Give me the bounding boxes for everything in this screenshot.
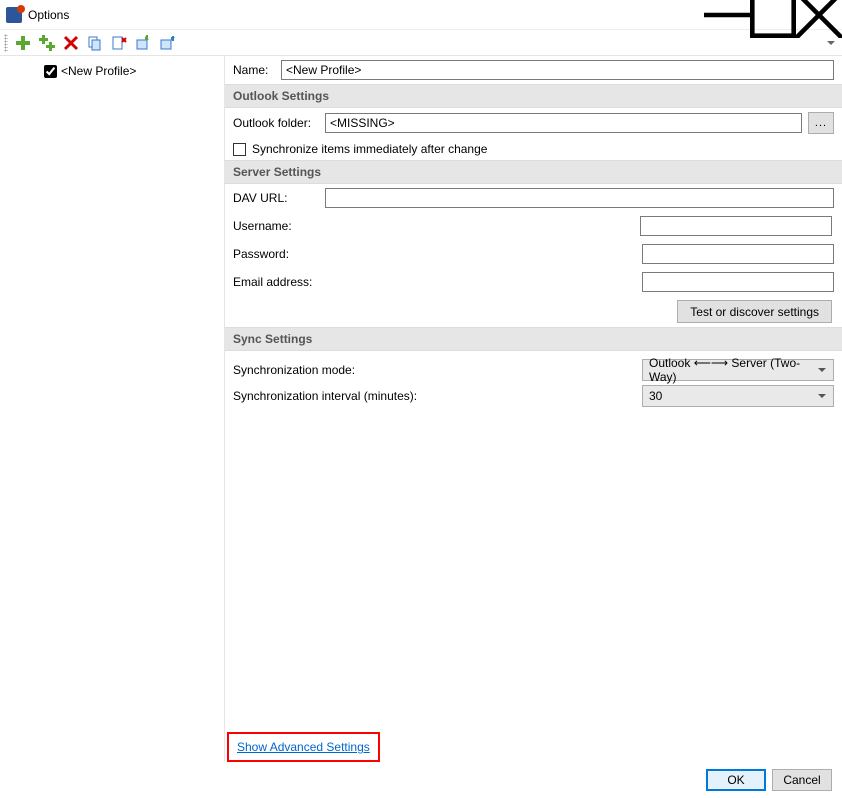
title-bar: Options <box>0 0 842 30</box>
add-multiple-button[interactable] <box>36 32 58 54</box>
sync-immediate-label: Synchronize items immediately after chan… <box>252 142 487 156</box>
ok-button[interactable]: OK <box>706 769 766 791</box>
section-outlook: Outlook Settings <box>225 84 842 108</box>
delete-profile-button[interactable] <box>60 32 82 54</box>
toolbar-grip <box>4 34 8 52</box>
tree-item-label: <New Profile> <box>61 64 136 78</box>
cancel-button[interactable]: Cancel <box>772 769 832 791</box>
window-title: Options <box>28 8 69 22</box>
import-button[interactable] <box>132 32 154 54</box>
browse-folder-button[interactable]: ... <box>808 112 834 134</box>
section-sync: Sync Settings <box>225 327 842 351</box>
toolbar-overflow-icon[interactable] <box>824 36 838 50</box>
minimize-button[interactable] <box>704 0 750 30</box>
sync-mode-label: Synchronization mode: <box>233 363 355 377</box>
sync-mode-value: Outlook ⟵⟶ Server (Two-Way) <box>649 356 815 384</box>
paste-button[interactable] <box>108 32 130 54</box>
close-button[interactable] <box>796 0 842 30</box>
advanced-link-highlight: Show Advanced Settings <box>227 732 380 762</box>
dialog-button-bar: OK Cancel <box>0 762 842 798</box>
password-input[interactable] <box>642 244 834 264</box>
content-pane: Name: Outlook Settings Outlook folder: .… <box>225 56 842 762</box>
username-label: Username: <box>233 219 325 233</box>
email-label: Email address: <box>233 275 325 289</box>
dav-label: DAV URL: <box>233 191 325 205</box>
profile-tree: <New Profile> <box>0 56 225 762</box>
maximize-button[interactable] <box>750 0 796 30</box>
tree-item-checkbox[interactable] <box>44 65 57 78</box>
copy-button[interactable] <box>84 32 106 54</box>
outlook-folder-input[interactable] <box>325 113 802 133</box>
add-profile-button[interactable] <box>12 32 34 54</box>
sync-interval-value: 30 <box>649 389 662 403</box>
tree-item[interactable]: <New Profile> <box>4 62 220 80</box>
show-advanced-link[interactable]: Show Advanced Settings <box>237 740 370 754</box>
dav-input[interactable] <box>325 188 834 208</box>
name-input[interactable] <box>281 60 834 80</box>
sync-interval-label: Synchronization interval (minutes): <box>233 389 417 403</box>
export-button[interactable] <box>156 32 178 54</box>
email-input[interactable] <box>642 272 834 292</box>
outlook-folder-label: Outlook folder: <box>233 116 325 130</box>
sync-interval-select[interactable]: 30 <box>642 385 834 407</box>
username-input[interactable] <box>640 216 832 236</box>
sync-mode-select[interactable]: Outlook ⟵⟶ Server (Two-Way) <box>642 359 834 381</box>
app-icon <box>6 7 22 23</box>
test-settings-button[interactable]: Test or discover settings <box>677 300 832 323</box>
sync-immediate-checkbox[interactable] <box>233 143 246 156</box>
name-label: Name: <box>233 63 281 77</box>
password-label: Password: <box>233 247 325 261</box>
section-server: Server Settings <box>225 160 842 184</box>
